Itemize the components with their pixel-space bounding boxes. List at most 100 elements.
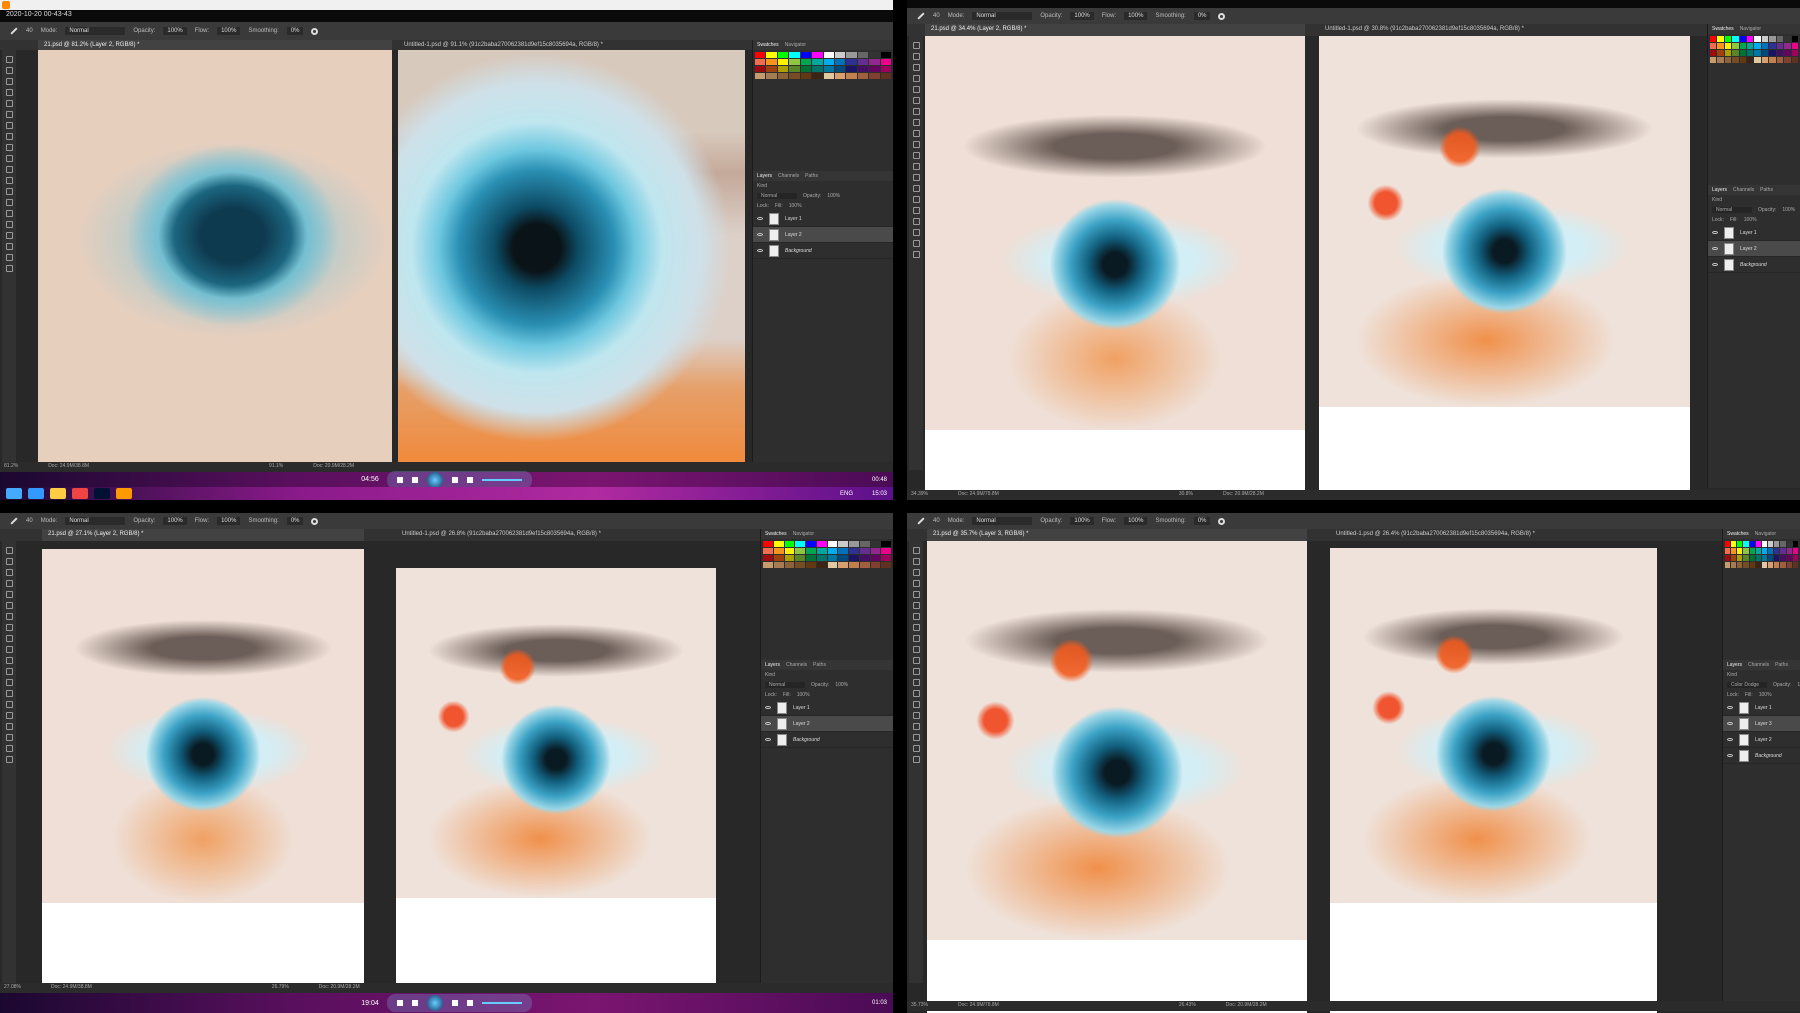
color-swatch[interactable] xyxy=(869,52,880,58)
tool-icon[interactable] xyxy=(5,635,13,642)
color-swatch[interactable] xyxy=(812,59,823,65)
color-swatch[interactable] xyxy=(823,73,834,79)
layer-row[interactable]: Layer 1 xyxy=(761,700,893,716)
color-swatch[interactable] xyxy=(1755,541,1761,547)
color-swatch[interactable] xyxy=(881,562,891,568)
color-swatch[interactable] xyxy=(777,52,789,58)
tool-icon[interactable] xyxy=(912,635,920,642)
color-swatch[interactable] xyxy=(1743,541,1749,547)
color-swatch[interactable] xyxy=(1780,541,1786,547)
opacity-field[interactable]: 100% xyxy=(163,27,187,35)
visibility-eye-icon[interactable] xyxy=(1727,722,1733,725)
color-swatch[interactable] xyxy=(806,555,816,561)
tab-swatches[interactable]: Swatches xyxy=(757,42,779,48)
color-swatch[interactable] xyxy=(1784,50,1791,56)
color-swatch[interactable] xyxy=(1792,555,1798,561)
color-swatch[interactable] xyxy=(763,555,773,561)
tool-icon[interactable] xyxy=(5,100,13,107)
tool-icon[interactable] xyxy=(5,232,13,239)
color-swatch[interactable] xyxy=(1754,36,1761,42)
blend-mode-select[interactable]: Color Dodge xyxy=(1727,682,1767,688)
color-swatch[interactable] xyxy=(1761,541,1768,547)
color-swatch[interactable] xyxy=(838,555,848,561)
color-swatch[interactable] xyxy=(789,59,800,65)
tab-doc-untitled[interactable]: Untitled-1.psd @ 26.8% (91c2baba27006238… xyxy=(396,529,716,541)
color-swatch[interactable] xyxy=(1792,562,1798,568)
doc2-zoom[interactable]: 30.8% xyxy=(1179,491,1193,499)
tool-icon[interactable] xyxy=(912,723,920,730)
stop-icon[interactable] xyxy=(396,476,403,483)
kind-filter[interactable]: Kind xyxy=(765,672,775,678)
color-swatch[interactable] xyxy=(795,555,805,561)
tool-icon[interactable] xyxy=(912,218,920,225)
color-swatch[interactable] xyxy=(1761,43,1769,49)
visibility-eye-icon[interactable] xyxy=(765,738,771,741)
smoothing-field[interactable]: 0% xyxy=(1193,517,1211,525)
color-swatch[interactable] xyxy=(1755,555,1761,561)
tab-navigator[interactable]: Navigator xyxy=(785,42,806,48)
tool-icon[interactable] xyxy=(912,119,920,126)
color-swatch[interactable] xyxy=(816,555,827,561)
color-swatch[interactable] xyxy=(859,555,870,561)
tool-icon[interactable] xyxy=(912,624,920,631)
color-swatch[interactable] xyxy=(789,66,800,72)
color-swatch[interactable] xyxy=(1710,50,1717,56)
tab-layers[interactable]: Layers xyxy=(1727,662,1742,668)
tool-icon[interactable] xyxy=(912,756,920,763)
layer-row[interactable]: Layer 1 xyxy=(1708,225,1800,241)
tool-icon[interactable] xyxy=(5,569,13,576)
color-swatch[interactable] xyxy=(1749,562,1755,568)
color-swatch[interactable] xyxy=(1737,555,1743,561)
color-swatch[interactable] xyxy=(1769,57,1776,63)
tool-icon[interactable] xyxy=(5,133,13,140)
rewind-icon[interactable] xyxy=(411,1000,418,1006)
tool-icon[interactable] xyxy=(912,646,920,653)
tool-icon[interactable] xyxy=(5,756,13,763)
color-swatch[interactable] xyxy=(1791,57,1798,63)
tool-icon[interactable] xyxy=(5,613,13,620)
color-swatch[interactable] xyxy=(870,555,881,561)
layer-opacity-field[interactable]: 100% xyxy=(1782,207,1795,213)
fill-field[interactable]: 100% xyxy=(1744,217,1757,223)
tool-icon[interactable] xyxy=(912,690,920,697)
color-swatch[interactable] xyxy=(1786,541,1792,547)
color-swatch[interactable] xyxy=(1761,36,1769,42)
tab-channels[interactable]: Channels xyxy=(778,173,799,179)
doc1-zoom[interactable]: 27.08% xyxy=(4,984,21,992)
brush-size[interactable]: 40 xyxy=(933,13,940,19)
color-swatch[interactable] xyxy=(823,59,834,65)
color-swatch[interactable] xyxy=(1761,562,1768,568)
color-swatch[interactable] xyxy=(773,562,784,568)
layer-row[interactable]: Background xyxy=(1708,257,1800,273)
color-swatch[interactable] xyxy=(755,52,766,58)
tab-navigator[interactable]: Navigator xyxy=(1740,26,1761,32)
color-swatch[interactable] xyxy=(1710,36,1717,42)
painting-canvas[interactable] xyxy=(927,541,1307,1013)
color-swatch[interactable] xyxy=(834,66,846,72)
color-swatch[interactable] xyxy=(1761,57,1769,63)
tool-icon[interactable] xyxy=(5,745,13,752)
doc2-zoom[interactable]: 26.43% xyxy=(1179,1002,1196,1010)
tab-channels[interactable]: Channels xyxy=(1733,187,1754,193)
layer-row[interactable]: Layer 2 xyxy=(753,227,893,243)
color-swatch[interactable] xyxy=(1776,50,1784,56)
tool-icon[interactable] xyxy=(912,602,920,609)
color-swatch[interactable] xyxy=(1774,541,1780,547)
mode-select[interactable]: Normal xyxy=(972,517,1033,525)
doc1-zoom[interactable]: 34.39% xyxy=(911,491,928,499)
tool-icon[interactable] xyxy=(912,569,920,576)
tool-icon[interactable] xyxy=(5,580,13,587)
tool-icon[interactable] xyxy=(912,591,920,598)
tool-icon[interactable] xyxy=(912,64,920,71)
color-swatch[interactable] xyxy=(755,73,766,79)
color-swatch[interactable] xyxy=(827,555,838,561)
color-swatch[interactable] xyxy=(1739,43,1747,49)
layer-row[interactable]: Layer 2 xyxy=(761,716,893,732)
color-swatch[interactable] xyxy=(1791,50,1798,56)
tool-icon[interactable] xyxy=(912,141,920,148)
color-swatch[interactable] xyxy=(1786,555,1792,561)
tool-icon[interactable] xyxy=(912,580,920,587)
color-swatch[interactable] xyxy=(1710,57,1717,63)
chrome-icon[interactable] xyxy=(72,488,88,499)
tool-icon[interactable] xyxy=(912,163,920,170)
